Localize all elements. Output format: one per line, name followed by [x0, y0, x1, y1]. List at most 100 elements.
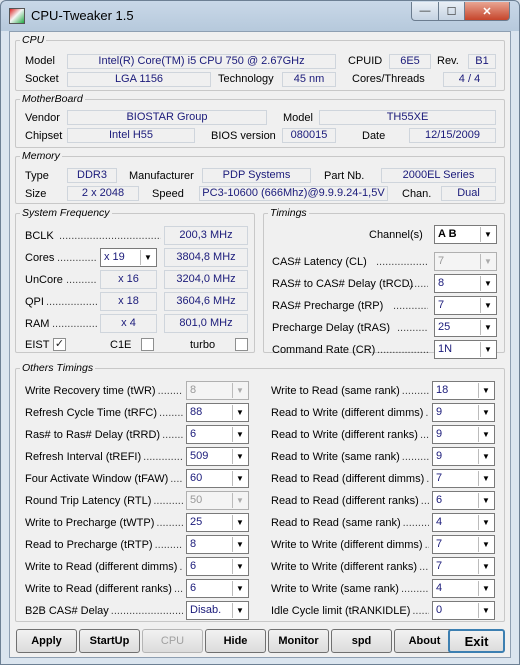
right-timing-select[interactable]: 7 ▼: [432, 535, 495, 554]
left-timing-select[interactable]: 88 ▼: [186, 403, 249, 422]
motherboard-group: MotherBoard Vendor BIOSTAR Group Model T…: [15, 93, 505, 148]
right-timing-label: Write to Read (same rank): [271, 385, 400, 397]
chevron-down-icon[interactable]: ▼: [232, 449, 247, 464]
left-timing-leader: ........................................…: [153, 495, 183, 507]
chevron-down-icon[interactable]: ▼: [232, 427, 247, 442]
left-timing-select[interactable]: 509 ▼: [186, 447, 249, 466]
timings-title: Timings: [268, 207, 309, 219]
chevron-down-icon[interactable]: ▼: [478, 405, 493, 420]
uncore-multiplier: x 16: [100, 270, 157, 289]
chevron-down-icon[interactable]: ▼: [480, 342, 495, 357]
chevron-down-icon[interactable]: ▼: [232, 537, 247, 552]
minimize-button[interactable]: —: [411, 2, 439, 21]
chevron-down-icon[interactable]: ▼: [232, 493, 247, 508]
left-timing-select[interactable]: 50 ▼: [186, 491, 249, 510]
cpu-button[interactable]: CPU: [142, 629, 203, 653]
chevron-down-icon[interactable]: ▼: [478, 581, 493, 596]
monitor-button[interactable]: Monitor: [268, 629, 329, 653]
chevron-down-icon[interactable]: ▼: [478, 603, 493, 618]
left-timing-label: Write Recovery time (tWR): [25, 385, 156, 397]
left-timing-select[interactable]: Disab. ▼: [186, 601, 249, 620]
left-timing-select[interactable]: 6 ▼: [186, 425, 249, 444]
left-timing-select[interactable]: 8 ▼: [186, 535, 249, 554]
chevron-down-icon[interactable]: ▼: [480, 227, 495, 242]
chevron-down-icon[interactable]: ▼: [478, 515, 493, 530]
chevron-down-icon[interactable]: ▼: [232, 471, 247, 486]
chevron-down-icon[interactable]: ▼: [478, 471, 493, 486]
socket-value: LGA 1156: [67, 72, 211, 87]
cpu-model-value: Intel(R) Core(TM) i5 CPU 750 @ 2.67GHz: [67, 54, 336, 69]
vendor-value: BIOSTAR Group: [67, 110, 267, 125]
chevron-down-icon[interactable]: ▼: [478, 559, 493, 574]
title-bar[interactable]: CPU-Tweaker 1.5 — ☐ ✕: [1, 1, 519, 31]
chevron-down-icon[interactable]: ▼: [478, 493, 493, 508]
chevron-down-icon[interactable]: ▼: [140, 250, 155, 265]
mem-speed-value: PC3-10600 (666Mhz)@9.9.9.24-1,5V: [199, 186, 388, 201]
chevron-down-icon[interactable]: ▼: [232, 581, 247, 596]
trp-select[interactable]: 7 ▼: [434, 296, 497, 315]
right-timing-select[interactable]: 9 ▼: [432, 403, 495, 422]
left-timing-select[interactable]: 60 ▼: [186, 469, 249, 488]
exit-button[interactable]: Exit: [448, 629, 505, 653]
cr-leader: ........................................…: [377, 344, 428, 356]
right-timing-select[interactable]: 7 ▼: [432, 557, 495, 576]
chevron-down-icon[interactable]: ▼: [232, 603, 247, 618]
uncore-leader: ........................................…: [66, 274, 97, 286]
trp-leader: ........................................…: [393, 300, 428, 312]
close-button[interactable]: ✕: [464, 2, 510, 21]
spd-button[interactable]: spd: [331, 629, 392, 653]
apply-button[interactable]: Apply: [16, 629, 77, 653]
cores-multiplier-select[interactable]: x 19 ▼: [100, 248, 157, 267]
rev-label: Rev.: [437, 55, 459, 67]
turbo-checkbox[interactable]: [235, 338, 248, 351]
chevron-down-icon[interactable]: ▼: [478, 537, 493, 552]
right-timing-select[interactable]: 4 ▼: [432, 579, 495, 598]
cores-multiplier-value: x 19: [104, 251, 125, 263]
left-timing-leader: ........................................…: [162, 429, 183, 441]
cores-leader: ........................................…: [57, 252, 97, 264]
right-timing-select[interactable]: 9 ▼: [432, 425, 495, 444]
left-timing-select[interactable]: 8 ▼: [186, 381, 249, 400]
left-timing-value: 8: [190, 538, 197, 550]
channels-select[interactable]: A B ▼: [434, 225, 497, 244]
chevron-down-icon[interactable]: ▼: [480, 254, 495, 269]
chevron-down-icon[interactable]: ▼: [478, 427, 493, 442]
cl-select[interactable]: 7 ▼: [434, 252, 497, 271]
eist-checkbox[interactable]: ✓: [53, 338, 66, 351]
right-timing-select[interactable]: 0 ▼: [432, 601, 495, 620]
maximize-button[interactable]: ☐: [438, 2, 465, 21]
left-timing-select[interactable]: 25 ▼: [186, 513, 249, 532]
chevron-down-icon[interactable]: ▼: [480, 320, 495, 335]
chevron-down-icon[interactable]: ▼: [478, 383, 493, 398]
left-timing-select[interactable]: 6 ▼: [186, 557, 249, 576]
right-timing-select[interactable]: 7 ▼: [432, 469, 495, 488]
hide-button[interactable]: Hide: [205, 629, 266, 653]
c1e-checkbox[interactable]: [141, 338, 154, 351]
right-timing-select[interactable]: 18 ▼: [432, 381, 495, 400]
chevron-down-icon[interactable]: ▼: [232, 405, 247, 420]
chevron-down-icon[interactable]: ▼: [480, 276, 495, 291]
trcd-select[interactable]: 8 ▼: [434, 274, 497, 293]
left-timing-select[interactable]: 6 ▼: [186, 579, 249, 598]
right-timing-select[interactable]: 9 ▼: [432, 447, 495, 466]
right-timing-select[interactable]: 4 ▼: [432, 513, 495, 532]
cl-value: 7: [438, 255, 445, 267]
chevron-down-icon[interactable]: ▼: [232, 383, 247, 398]
trcd-value: 8: [438, 277, 445, 289]
left-timing-label: Read to Precharge (tRTP): [25, 539, 153, 551]
right-timing-select[interactable]: 6 ▼: [432, 491, 495, 510]
tras-select[interactable]: 25 ▼: [434, 318, 497, 337]
chevron-down-icon[interactable]: ▼: [232, 515, 247, 530]
cl-leader: ........................................…: [376, 256, 428, 268]
right-timing-leader: ........................................…: [401, 451, 429, 463]
startup-button[interactable]: StartUp: [79, 629, 140, 653]
about-button[interactable]: About: [394, 629, 455, 653]
chevron-down-icon[interactable]: ▼: [478, 449, 493, 464]
socket-label: Socket: [25, 73, 59, 85]
chevron-down-icon[interactable]: ▼: [232, 559, 247, 574]
chevron-down-icon[interactable]: ▼: [480, 298, 495, 313]
qpi-frequency: 3604,6 MHz: [164, 292, 248, 311]
cr-select[interactable]: 1N ▼: [434, 340, 497, 359]
qpi-leader: ........................................…: [46, 296, 97, 308]
trcd-leader: ........................................…: [408, 278, 428, 290]
